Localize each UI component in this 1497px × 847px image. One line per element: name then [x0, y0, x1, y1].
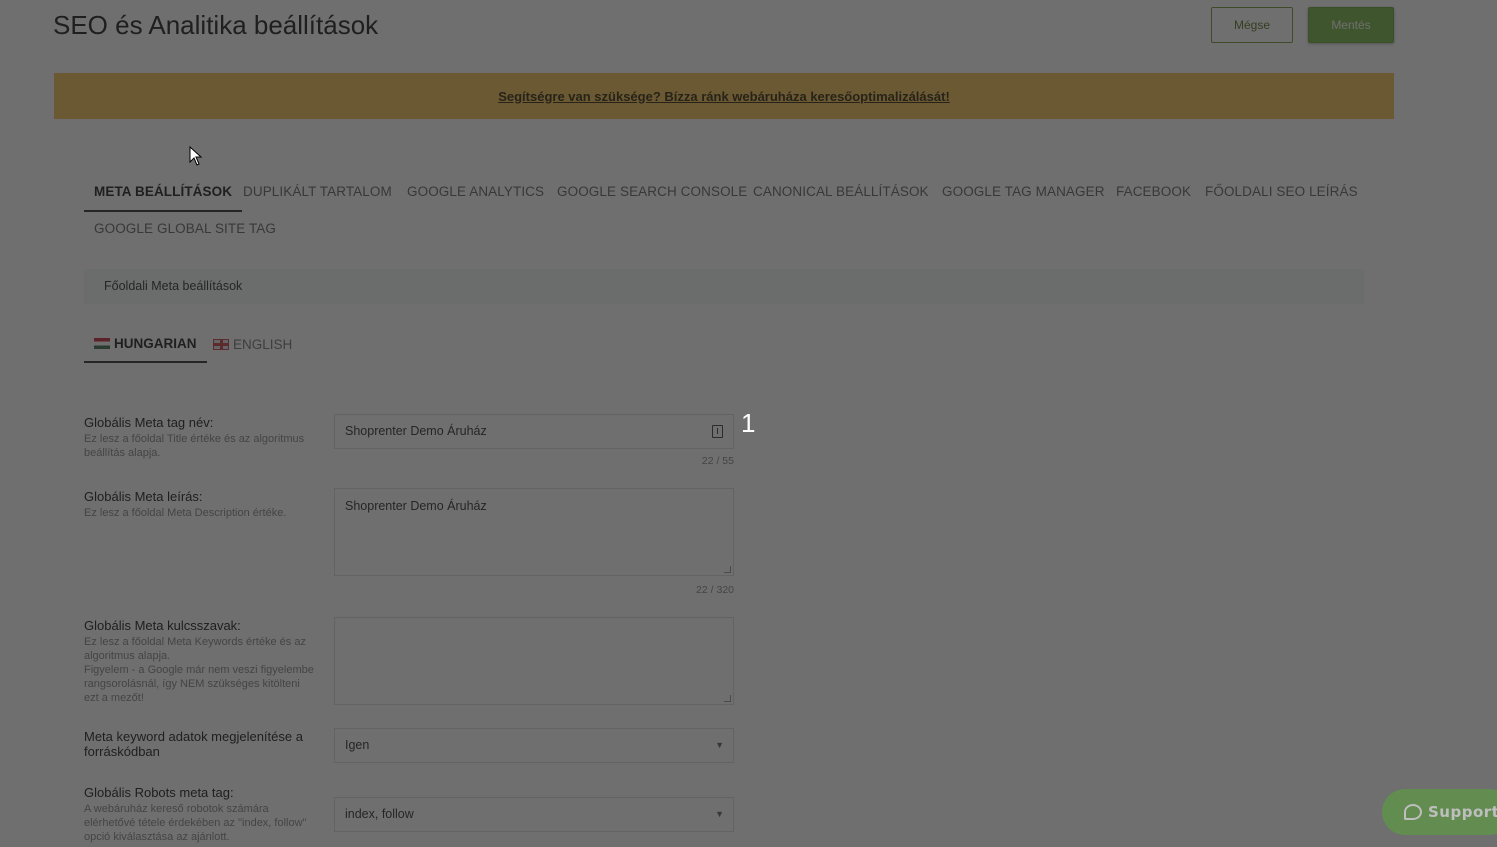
tab-meta-settings[interactable]: META BEÁLLÍTÁSOK: [84, 172, 243, 212]
tab-google-tag-manager[interactable]: GOOGLE TAG MANAGER: [932, 172, 1115, 212]
meta-title-label: Globális Meta tag név:: [84, 415, 214, 430]
tab-google-analytics[interactable]: GOOGLE ANALYTICS: [397, 172, 554, 212]
meta-title-counter: 22 / 55: [701, 455, 734, 467]
resize-handle[interactable]: [724, 566, 731, 573]
info-icon[interactable]: [712, 425, 723, 438]
keyword-display-label-group: Meta keyword adatok megjelenítése a forr…: [84, 729, 314, 759]
chevron-down-icon: ▼: [715, 740, 724, 750]
seo-help-link[interactable]: Segítségre van szüksége? Bízza ránk webá…: [498, 89, 950, 104]
mouse-pointer-icon: [189, 145, 203, 171]
robots-label-group: Globális Robots meta tag: A webáruház ke…: [84, 785, 314, 844]
support-button[interactable]: Support: [1382, 789, 1497, 835]
language-label: ENGLISH: [233, 337, 293, 352]
meta-keywords-hint: Ez lesz a főoldal Meta Keywords értéke é…: [84, 636, 306, 662]
meta-description-value: Shoprenter Demo Áruház: [345, 499, 487, 513]
tab-canonical-settings[interactable]: CANONICAL BEÁLLÍTÁSOK: [743, 172, 939, 212]
keyword-display-select[interactable]: Igen ▼: [334, 728, 734, 763]
meta-keywords-textarea[interactable]: [334, 617, 734, 705]
tab-language-hungarian[interactable]: HUNGARIAN: [84, 326, 207, 363]
meta-keywords-warning: Figyelem - a Google már nem veszi figyel…: [84, 664, 314, 704]
support-label: Support: [1428, 803, 1497, 821]
chevron-down-icon: ▼: [715, 809, 724, 819]
resize-handle[interactable]: [724, 695, 731, 702]
tab-google-global-site-tag[interactable]: GOOGLE GLOBAL SITE TAG: [84, 209, 286, 249]
meta-description-counter: 22 / 320: [696, 584, 734, 596]
meta-title-input[interactable]: Shoprenter Demo Áruház: [334, 414, 734, 449]
keyword-display-value: Igen: [345, 738, 370, 752]
tab-google-search-console[interactable]: GOOGLE SEARCH CONSOLE: [547, 172, 757, 212]
meta-description-textarea[interactable]: Shoprenter Demo Áruház: [334, 488, 734, 576]
meta-title-label-group: Globális Meta tag név: Ez lesz a főoldal…: [84, 415, 314, 460]
language-label: HUNGARIAN: [114, 336, 197, 351]
robots-hint: A webáruház kereső robotok számára elérh…: [84, 803, 307, 843]
english-flag-icon: [213, 339, 229, 350]
chat-bubble-icon: [1404, 804, 1422, 820]
step-marker-visible: 1: [741, 408, 756, 438]
meta-description-hint: Ez lesz a főoldal Meta Description érték…: [84, 507, 287, 519]
tab-language-english[interactable]: ENGLISH: [203, 326, 302, 363]
page-title: SEO és Analitika beállítások: [53, 10, 379, 40]
save-button[interactable]: Mentés: [1308, 7, 1394, 43]
cancel-button[interactable]: Mégse: [1211, 7, 1293, 43]
tab-duplicate-content[interactable]: DUPLIKÁLT TARTALOM: [233, 172, 402, 212]
section-title: Főoldali Meta beállítások: [84, 269, 1364, 304]
meta-description-label: Globális Meta leírás:: [84, 489, 203, 504]
meta-description-label-group: Globális Meta leírás: Ez lesz a főoldal …: [84, 489, 314, 520]
hungarian-flag-icon: [94, 338, 110, 349]
meta-keywords-label-group: Globális Meta kulcsszavak: Ez lesz a főo…: [84, 618, 314, 705]
meta-title-hint: Ez lesz a főoldal Title értéke és az alg…: [84, 433, 305, 459]
tab-facebook[interactable]: FACEBOOK: [1106, 172, 1201, 212]
meta-title-value: Shoprenter Demo Áruház: [345, 424, 487, 438]
robots-label: Globális Robots meta tag:: [84, 785, 234, 800]
meta-keywords-label: Globális Meta kulcsszavak:: [84, 618, 241, 633]
robots-value: index, follow: [345, 807, 414, 821]
tab-homepage-seo-description[interactable]: FŐOLDALI SEO LEÍRÁS: [1195, 172, 1368, 212]
seo-help-banner: Segítségre van szüksége? Bízza ránk webá…: [54, 73, 1394, 119]
robots-select[interactable]: index, follow ▼: [334, 797, 734, 832]
keyword-display-label: Meta keyword adatok megjelenítése a forr…: [84, 729, 303, 759]
